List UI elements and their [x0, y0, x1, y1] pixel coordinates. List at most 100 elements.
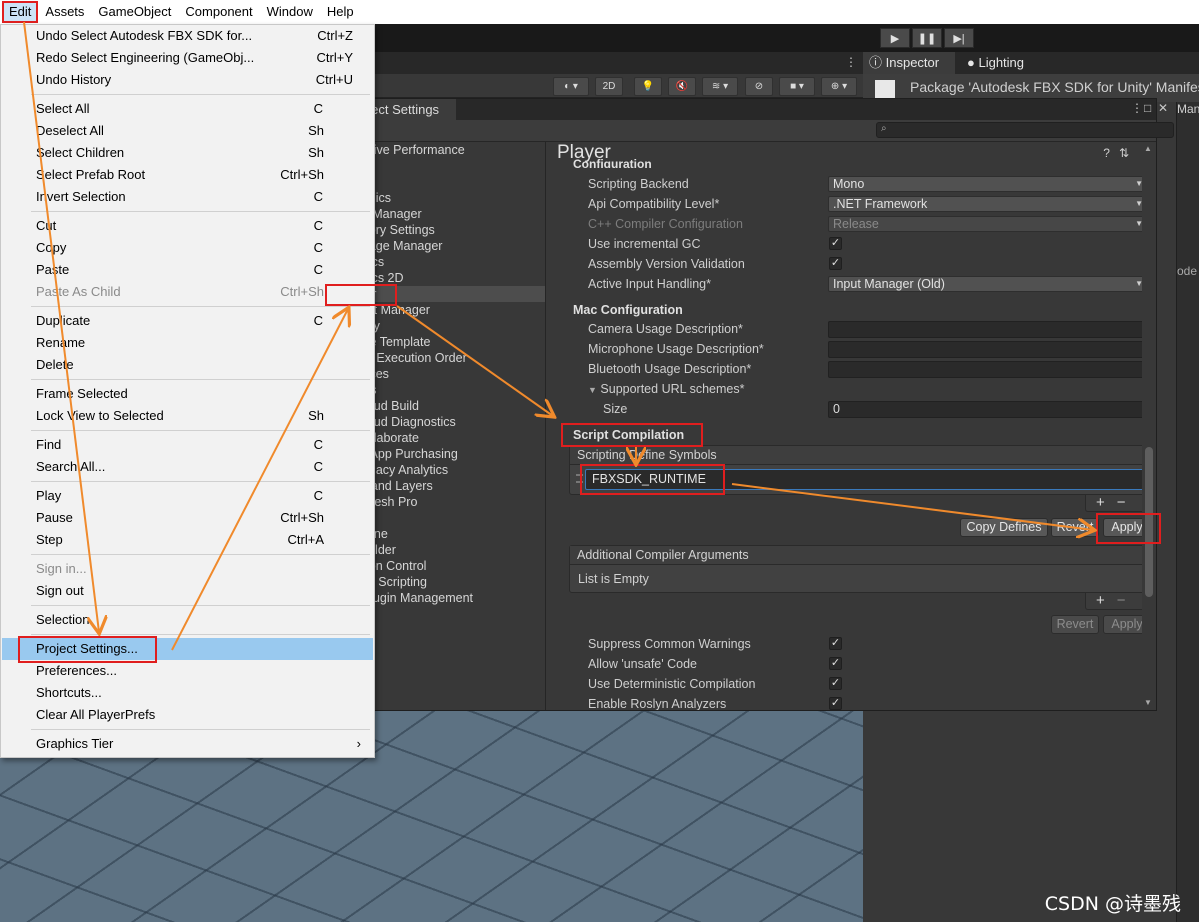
menu-item-select-children[interactable]: Select Children Sh — [2, 142, 373, 164]
menu-window[interactable]: Window — [260, 1, 320, 23]
shortcut-text: Ctrl+U — [315, 72, 353, 87]
menu-item-sign-out[interactable]: Sign out — [2, 580, 373, 602]
mode-2d-button[interactable]: 2D — [595, 77, 623, 96]
menu-component[interactable]: Component — [178, 1, 259, 23]
menu-item-select-prefab-root[interactable]: Select Prefab Root Ctrl+Sh — [2, 164, 373, 186]
menu-item-rename[interactable]: Rename — [2, 332, 373, 354]
menu-item-sign-in: Sign in... — [2, 558, 373, 580]
menu-divider — [31, 554, 370, 555]
microphone-usage-field[interactable] — [828, 341, 1149, 358]
remove-icon: − — [1116, 592, 1126, 609]
play-button[interactable]: ▶ — [880, 28, 910, 48]
url-schemes-foldout[interactable]: ▼ Supported URL schemes* — [588, 382, 744, 396]
input-handling-value: Input Manager (Old) — [833, 277, 945, 291]
cpp-config-label: C++ Compiler Configuration — [588, 217, 743, 231]
kebab-icon[interactable]: ⋮ — [1131, 101, 1143, 115]
menu-item-label: Delete — [36, 357, 74, 372]
menu-item-undo-history[interactable]: Undo History Ctrl+U — [2, 69, 373, 91]
camera-icon[interactable]: ■ ▾ — [779, 77, 815, 96]
menu-item-paste[interactable]: Paste C — [2, 259, 373, 281]
compiler-args-list: Additional Compiler Arguments List is Em… — [569, 545, 1153, 593]
menu-item-label: Graphics Tier — [36, 736, 114, 751]
scripting-backend-dropdown[interactable]: Mono ▼ — [828, 176, 1149, 192]
menu-help[interactable]: Help — [320, 1, 361, 23]
add-icon[interactable]: + — [1096, 593, 1105, 609]
close-icon[interactable]: ✕ — [1158, 101, 1168, 115]
preset-icon[interactable]: ⇅ — [1119, 146, 1129, 160]
copy-defines-button[interactable]: Copy Defines — [960, 518, 1048, 537]
allow-unsafe-checkbox[interactable]: ✓ — [829, 657, 842, 670]
incremental-gc-checkbox[interactable]: ✓ — [829, 237, 842, 250]
menu-item-pause[interactable]: Pause Ctrl+Sh — [2, 507, 373, 529]
input-handling-dropdown[interactable]: Input Manager (Old) ▼ — [828, 276, 1149, 292]
incremental-gc-label: Use incremental GC — [588, 237, 701, 251]
scene-tab-bar: ⋮ — [375, 52, 863, 74]
package-icon — [875, 80, 895, 100]
remove-icon[interactable]: − — [1117, 495, 1126, 511]
bluetooth-usage-field[interactable] — [828, 361, 1149, 378]
settings-search-input[interactable]: ⌕ — [876, 122, 1174, 138]
url-schemes-label: Supported URL schemes* — [600, 382, 745, 396]
scroll-up-icon[interactable]: ▲ — [1144, 144, 1152, 153]
menu-item-label: Duplicate — [36, 313, 91, 328]
pause-button[interactable]: ❚❚ — [912, 28, 942, 48]
menu-item-clear-playerprefs[interactable]: Clear All PlayerPrefs — [2, 704, 373, 726]
scroll-down-icon[interactable]: ▼ — [1144, 698, 1152, 707]
settings-scrollbar[interactable]: ▲ ▼ — [1142, 142, 1156, 710]
menu-item-invert-selection[interactable]: Invert Selection C — [2, 186, 373, 208]
gizmos-icon[interactable]: ⊕ ▾ — [821, 77, 857, 96]
menu-item-shortcuts[interactable]: Shortcuts... — [2, 682, 373, 704]
add-icon[interactable]: + — [1096, 495, 1105, 511]
menu-item-step[interactable]: Step Ctrl+A — [2, 529, 373, 551]
lighting-toggle-icon[interactable]: 💡 — [634, 77, 662, 96]
menu-item-deselect-all[interactable]: Deselect All Sh — [2, 120, 373, 142]
menu-item-selection[interactable]: Selection — [2, 609, 373, 631]
scripting-backend-label: Scripting Backend — [588, 177, 689, 191]
maximize-icon[interactable]: □ — [1144, 101, 1151, 115]
help-icon[interactable]: ? — [1103, 146, 1110, 160]
menu-item-find[interactable]: Find C — [2, 434, 373, 456]
url-schemes-size-field[interactable]: 0 — [828, 401, 1149, 418]
configuration-header: Configuration — [573, 158, 652, 168]
menu-item-copy[interactable]: Copy C — [2, 237, 373, 259]
menu-item-lock-view[interactable]: Lock View to Selected Sh — [2, 405, 373, 427]
shading-mode-icon[interactable]: ◐ ▾ — [553, 77, 589, 96]
menu-divider — [31, 605, 370, 606]
menu-item-delete[interactable]: Delete — [2, 354, 373, 376]
suppress-warnings-checkbox[interactable]: ✓ — [829, 637, 842, 650]
deterministic-checkbox[interactable]: ✓ — [829, 677, 842, 690]
tab-lighting[interactable]: ● Lighting — [961, 52, 1051, 74]
menu-divider — [31, 379, 370, 380]
revert-button[interactable]: Revert — [1051, 518, 1099, 537]
audio-toggle-icon[interactable]: 🔇 — [668, 77, 696, 96]
shortcut-text: C — [313, 459, 323, 474]
menu-item-redo[interactable]: Redo Select Engineering (GameObj... Ctrl+… — [2, 47, 373, 69]
menu-edit[interactable]: Edit — [2, 1, 39, 23]
menu-item-label: Paste — [36, 262, 70, 277]
roslyn-checkbox[interactable]: ✓ — [829, 697, 842, 710]
menu-item-select-all[interactable]: Select All C — [2, 98, 373, 120]
kebab-icon[interactable]: ⋮ — [845, 55, 857, 69]
visibility-icon[interactable]: ⊘ — [745, 77, 773, 96]
menu-item-label: Selection — [36, 612, 90, 627]
menu-item-graphics-tier[interactable]: Graphics Tier › — [2, 733, 373, 755]
menu-assets[interactable]: Assets — [38, 1, 91, 23]
menu-item-preferences[interactable]: Preferences... — [2, 660, 373, 682]
camera-usage-field[interactable] — [828, 321, 1149, 338]
menu-item-search-all[interactable]: Search All... C — [2, 456, 373, 478]
menu-item-cut[interactable]: Cut C — [2, 215, 373, 237]
menu-item-undo[interactable]: Undo Select Autodesk FBX SDK for... Ctrl+… — [2, 25, 373, 47]
menu-gameobject[interactable]: GameObject — [91, 1, 178, 23]
url-schemes-size-label: Size — [603, 402, 628, 416]
menu-item-frame-selected[interactable]: Frame Selected — [2, 383, 373, 405]
menu-item-play[interactable]: Play C — [2, 485, 373, 507]
shortcut-text: C — [313, 240, 323, 255]
api-level-dropdown[interactable]: .NET Framework ▼ — [828, 196, 1149, 212]
tab-inspector[interactable]: ⓘ Inspector — [863, 52, 955, 74]
effects-icon[interactable]: ≋ ▾ — [702, 77, 738, 96]
menu-item-duplicate[interactable]: Duplicate C — [2, 310, 373, 332]
step-button[interactable]: ▶| — [944, 28, 974, 48]
menu-item-label: Invert Selection — [36, 189, 126, 204]
menu-item-label: Deselect All — [36, 123, 104, 138]
assembly-validation-checkbox[interactable]: ✓ — [829, 257, 842, 270]
